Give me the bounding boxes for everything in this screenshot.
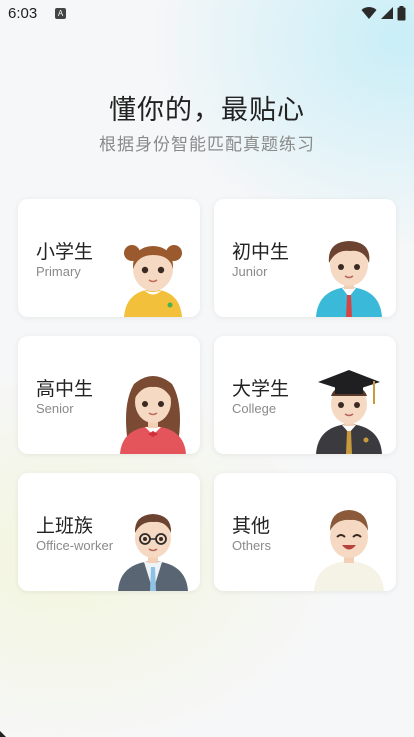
identity-card-others[interactable]: 其他 Others: [214, 473, 396, 591]
identity-card-junior[interactable]: 初中生 Junior: [214, 199, 396, 317]
card-subtitle: Office-worker: [36, 538, 114, 553]
page-subtitle: 根据身份智能匹配真题练习: [99, 135, 315, 155]
identity-card-college[interactable]: 大学生 College: [214, 336, 396, 454]
identity-card-primary[interactable]: 小学生 Primary: [18, 199, 200, 317]
wifi-icon: [361, 7, 377, 20]
card-title: 小学生: [36, 241, 94, 263]
card-subtitle: Senior: [36, 401, 74, 416]
smiling-man-avatar-icon: [314, 510, 384, 591]
battery-icon: [397, 6, 406, 21]
system-icons: [361, 6, 406, 21]
teen-girl-avatar-icon: [120, 376, 186, 454]
card-title: 大学生: [232, 378, 290, 400]
identity-card-senior[interactable]: 高中生 Senior: [18, 336, 200, 454]
office-worker-avatar-icon: [118, 514, 188, 591]
card-subtitle: Primary: [36, 264, 81, 279]
status-time: 6:03: [8, 5, 38, 22]
graduate-avatar-icon: [316, 370, 382, 454]
corner-marker-icon: [0, 731, 6, 737]
page-title: 懂你的，最贴心: [109, 95, 305, 126]
card-title: 上班族: [36, 515, 94, 537]
identity-card-office-worker[interactable]: 上班族 Office-worker: [18, 473, 200, 591]
card-subtitle: College: [232, 401, 277, 416]
card-title: 高中生: [36, 378, 94, 400]
card-subtitle: Junior: [232, 264, 268, 279]
signal-icon: [381, 7, 393, 19]
card-title: 其他: [232, 515, 271, 537]
card-subtitle: Others: [232, 538, 272, 553]
girl-student-avatar-icon: [124, 245, 182, 317]
boy-student-avatar-icon: [316, 241, 382, 317]
status-bar: 6:03 A: [0, 0, 414, 28]
notification-badge-icon: A: [55, 8, 66, 19]
card-title: 初中生: [232, 241, 290, 263]
